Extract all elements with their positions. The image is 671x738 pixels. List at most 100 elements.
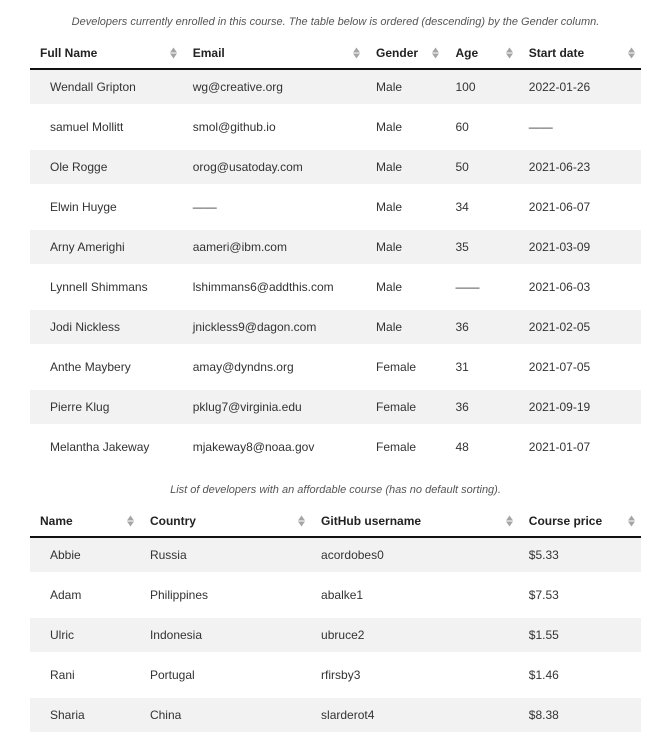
sort-icon — [506, 516, 513, 527]
sort-icon — [353, 48, 360, 59]
table-cell: Arny Amerighi — [30, 227, 183, 267]
table-row: RaniPortugalrfirsby3$1.46 — [30, 655, 641, 695]
table-row: samuel Mollittsmol@github.ioMale60—— — [30, 107, 641, 147]
col-email[interactable]: Email — [183, 38, 366, 69]
table-cell: 2021-06-03 — [519, 267, 641, 307]
table-cell: samuel Mollitt — [30, 107, 183, 147]
table-cell: Ulric — [30, 615, 140, 655]
table-row: AdamPhilippinesabalke1$7.53 — [30, 575, 641, 615]
sort-icon — [298, 516, 305, 527]
table-cell: aameri@ibm.com — [183, 227, 366, 267]
col-country[interactable]: Country — [140, 506, 311, 537]
sort-icon — [432, 48, 439, 59]
table-cell: —— — [445, 267, 518, 307]
col-name[interactable]: Name — [30, 506, 140, 537]
table-cell: pklug7@virginia.edu — [183, 387, 366, 427]
table-cell: 36 — [445, 387, 518, 427]
table-cell: Male — [366, 227, 445, 267]
table-cell: smol@github.io — [183, 107, 366, 147]
table-cell: Lynnell Shimmans — [30, 267, 183, 307]
table-cell: 48 — [445, 427, 518, 467]
table-row: Wendall Griptonwg@creative.orgMale100202… — [30, 69, 641, 107]
table-cell: 35 — [445, 227, 518, 267]
table-cell: 34 — [445, 187, 518, 227]
table-cell: Male — [366, 187, 445, 227]
table-cell: Russia — [140, 537, 311, 575]
table-cell: Jodi Nickless — [30, 307, 183, 347]
table-cell: acordobes0 — [311, 537, 519, 575]
table-cell: Anthe Maybery — [30, 347, 183, 387]
table-cell: Wendall Gripton — [30, 69, 183, 107]
col-start-date[interactable]: Start date — [519, 38, 641, 69]
sort-icon — [628, 516, 635, 527]
table-cell: Female — [366, 347, 445, 387]
table-header-row: Name Country GitHub username Course pric… — [30, 506, 641, 537]
table-cell: —— — [519, 107, 641, 147]
table1-caption: Developers currently enrolled in this co… — [30, 10, 641, 38]
sort-icon — [506, 48, 513, 59]
table-cell: 2021-02-05 — [519, 307, 641, 347]
table-cell: Pierre Klug — [30, 387, 183, 427]
table-cell: Male — [366, 267, 445, 307]
col-full-name[interactable]: Full Name — [30, 38, 183, 69]
table-cell: amay@dyndns.org — [183, 347, 366, 387]
col-label: Start date — [529, 46, 584, 60]
developers-enrolled-table: Full Name Email Gender Age Start date We… — [30, 38, 641, 470]
table-cell: Philippines — [140, 575, 311, 615]
col-course-price[interactable]: Course price — [519, 506, 641, 537]
table-cell: mjakeway8@noaa.gov — [183, 427, 366, 467]
table-cell: Male — [366, 307, 445, 347]
table-cell: 100 — [445, 69, 518, 107]
table-cell: lshimmans6@addthis.com — [183, 267, 366, 307]
col-label: Email — [193, 46, 225, 60]
table-cell: Abbie — [30, 537, 140, 575]
table-cell: 2021-03-09 — [519, 227, 641, 267]
table-cell: Female — [366, 427, 445, 467]
col-github-username[interactable]: GitHub username — [311, 506, 519, 537]
table-cell: Ole Rogge — [30, 147, 183, 187]
table-cell: Rani — [30, 655, 140, 695]
table-cell: Female — [366, 387, 445, 427]
table-cell: China — [140, 695, 311, 735]
table-cell: Portugal — [140, 655, 311, 695]
col-label: Full Name — [40, 46, 97, 60]
table-cell: —— — [183, 187, 366, 227]
col-gender[interactable]: Gender — [366, 38, 445, 69]
table-cell: Indonesia — [140, 615, 311, 655]
table-cell: 60 — [445, 107, 518, 147]
table-cell: abalke1 — [311, 575, 519, 615]
table-row: Lynnell Shimmanslshimmans6@addthis.comMa… — [30, 267, 641, 307]
table-cell: ubruce2 — [311, 615, 519, 655]
table-cell: Adam — [30, 575, 140, 615]
table-cell: $1.55 — [519, 615, 641, 655]
table-cell: Male — [366, 147, 445, 187]
col-label: Country — [150, 514, 196, 528]
table2-caption: List of developers with an affordable co… — [30, 478, 641, 506]
table-row: Elwin Huyge——Male342021-06-07 — [30, 187, 641, 227]
table-cell: $7.53 — [519, 575, 641, 615]
table-cell: $8.38 — [519, 695, 641, 735]
table-cell: 2021-06-07 — [519, 187, 641, 227]
table-row: Melantha Jakewaymjakeway8@noaa.govFemale… — [30, 427, 641, 467]
sort-icon — [170, 48, 177, 59]
col-age[interactable]: Age — [445, 38, 518, 69]
developers-affordable-table: Name Country GitHub username Course pric… — [30, 506, 641, 738]
table-cell: Male — [366, 69, 445, 107]
table-cell: 2022-01-26 — [519, 69, 641, 107]
table-cell: Elwin Huyge — [30, 187, 183, 227]
table-row: Anthe Mayberyamay@dyndns.orgFemale312021… — [30, 347, 641, 387]
col-label: GitHub username — [321, 514, 421, 528]
table-cell: Melantha Jakeway — [30, 427, 183, 467]
table-row: Jodi Nicklessjnickless9@dagon.comMale362… — [30, 307, 641, 347]
table-cell: wg@creative.org — [183, 69, 366, 107]
table-cell: slarderot4 — [311, 695, 519, 735]
table-row: ShariaChinaslarderot4$8.38 — [30, 695, 641, 735]
table-cell: 2021-07-05 — [519, 347, 641, 387]
col-label: Gender — [376, 46, 418, 60]
table-cell: jnickless9@dagon.com — [183, 307, 366, 347]
sort-icon — [628, 48, 635, 59]
table-row: AbbieRussiaacordobes0$5.33 — [30, 537, 641, 575]
table-cell: $1.46 — [519, 655, 641, 695]
table-cell: 2021-09-19 — [519, 387, 641, 427]
col-label: Course price — [529, 514, 602, 528]
